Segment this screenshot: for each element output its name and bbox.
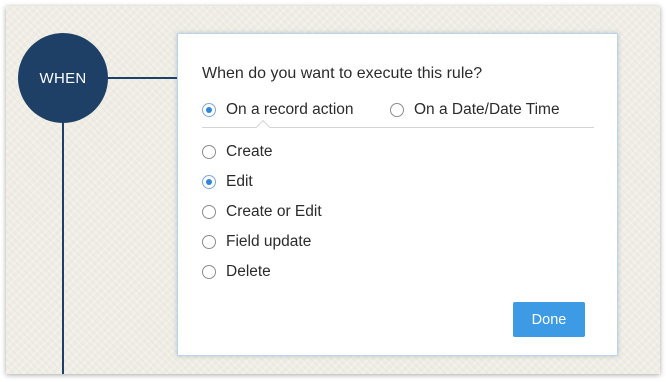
radio-label: Field update bbox=[226, 233, 312, 250]
radio-field-update[interactable]: Field update bbox=[202, 233, 311, 251]
flow-connector-vertical bbox=[62, 116, 64, 374]
radio-button[interactable] bbox=[390, 103, 404, 117]
radio-button[interactable] bbox=[202, 235, 216, 249]
radio-create-or-edit[interactable]: Create or Edit bbox=[202, 203, 322, 221]
divider-pointer bbox=[255, 119, 271, 135]
radio-button[interactable] bbox=[202, 265, 216, 279]
radio-label: On a Date/Date Time bbox=[414, 101, 560, 118]
flow-connector-horizontal bbox=[102, 77, 178, 79]
radio-button[interactable] bbox=[202, 205, 216, 219]
radio-create[interactable]: Create bbox=[202, 143, 273, 161]
radio-label: Create or Edit bbox=[226, 203, 322, 220]
radio-label: Create bbox=[226, 143, 273, 160]
radio-button[interactable] bbox=[202, 145, 216, 159]
question-text: When do you want to execute this rule? bbox=[202, 65, 483, 82]
radio-date-time[interactable]: On a Date/Date Time bbox=[390, 101, 560, 119]
radio-label: On a record action bbox=[226, 101, 354, 118]
when-label: WHEN bbox=[39, 69, 87, 87]
radio-label: Delete bbox=[226, 263, 271, 280]
radio-label: Edit bbox=[226, 173, 253, 190]
done-button[interactable]: Done bbox=[513, 302, 585, 337]
when-rule-panel: When do you want to execute this rule? O… bbox=[177, 33, 618, 356]
radio-button[interactable] bbox=[202, 103, 216, 117]
radio-record-action[interactable]: On a record action bbox=[202, 101, 354, 119]
radio-delete[interactable]: Delete bbox=[202, 263, 271, 281]
radio-button[interactable] bbox=[202, 175, 216, 189]
when-node: WHEN bbox=[18, 33, 108, 123]
workflow-canvas: WHEN When do you want to execute this ru… bbox=[6, 6, 660, 374]
radio-edit[interactable]: Edit bbox=[202, 173, 253, 191]
